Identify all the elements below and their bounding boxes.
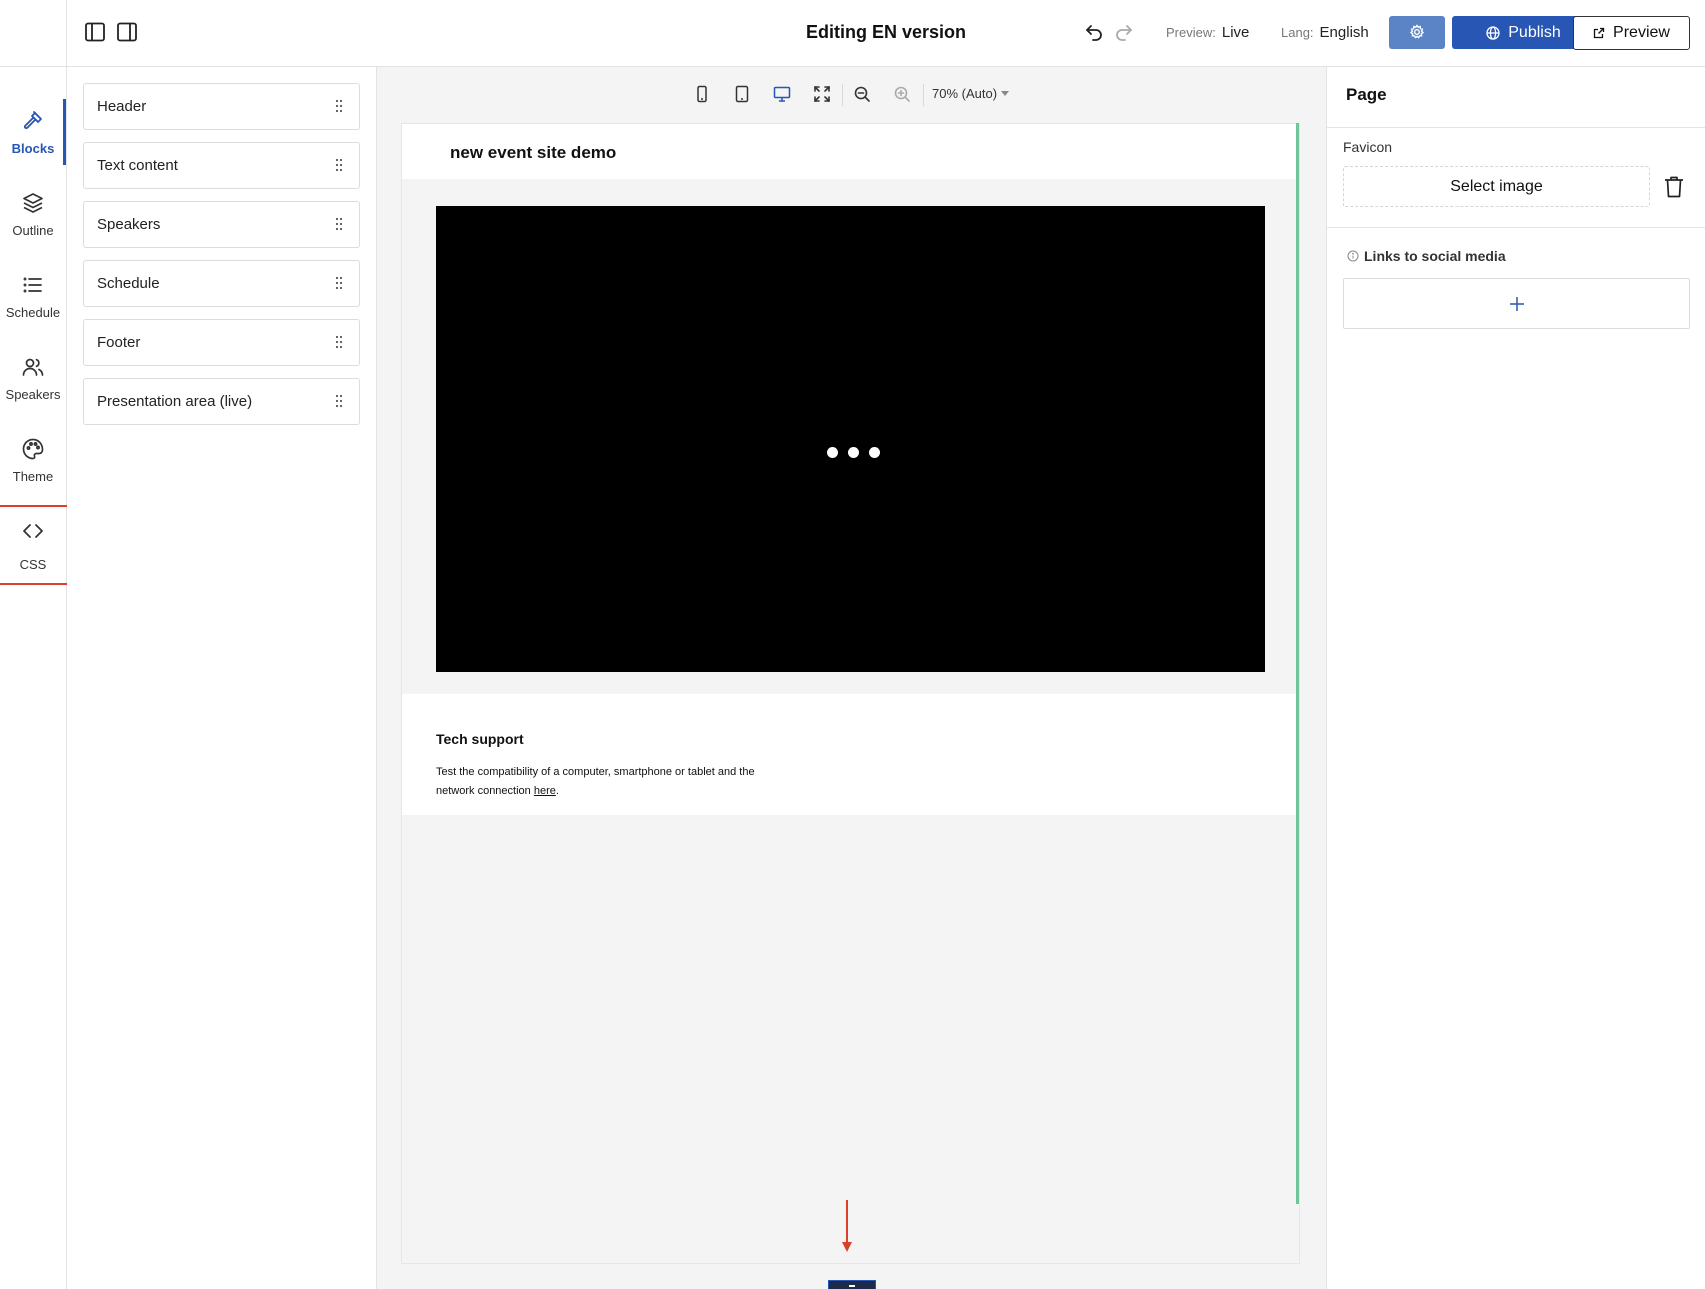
drag-handle-icon[interactable] xyxy=(335,276,343,290)
rail-item-blocks[interactable]: Blocks xyxy=(0,103,66,179)
rail-item-schedule[interactable]: Schedule xyxy=(0,267,66,343)
block-item-presentation-area[interactable]: Presentation area (live) xyxy=(83,378,360,425)
language-key: Lang: xyxy=(1281,25,1314,40)
rail-label: Outline xyxy=(12,223,54,238)
canvas-toolbar: 70% (Auto) xyxy=(377,67,1326,123)
rail-label: Schedule xyxy=(5,305,61,320)
tech-support-title: Tech support xyxy=(436,731,524,747)
block-item-header[interactable]: Header xyxy=(83,83,360,130)
gear-icon xyxy=(1409,24,1425,39)
tech-support-block[interactable]: Tech support Test the compatibility of a… xyxy=(402,694,1298,815)
zoom-label: 70% (Auto) xyxy=(932,86,998,101)
globe-icon xyxy=(1486,25,1500,40)
block-label: Presentation area (live) xyxy=(97,393,253,410)
blocks-panel: Header Text content Speakers Schedule Fo… xyxy=(67,67,377,1289)
list-icon xyxy=(23,277,42,293)
block-label: Text content xyxy=(97,157,178,174)
drag-handle-icon[interactable] xyxy=(335,217,343,231)
drag-handle-icon[interactable] xyxy=(335,99,343,113)
zoom-select[interactable]: 70% (Auto) xyxy=(932,86,1010,101)
users-icon xyxy=(22,358,44,376)
favicon-label: Favicon xyxy=(1343,139,1393,155)
language-selector[interactable]: Lang: English xyxy=(1281,24,1369,41)
mobile-view-icon[interactable] xyxy=(692,84,712,104)
rail-item-css[interactable]: CSS xyxy=(0,513,66,589)
chevron-down-icon xyxy=(1001,91,1010,96)
divider xyxy=(1327,127,1705,128)
drag-handle-icon[interactable] xyxy=(335,394,343,408)
block-item-schedule[interactable]: Schedule xyxy=(83,260,360,307)
drag-handle-icon[interactable] xyxy=(335,158,343,172)
block-label: Speakers xyxy=(97,216,161,233)
desktop-view-icon[interactable] xyxy=(772,84,792,104)
page-title: Editing EN version xyxy=(805,22,967,42)
rail-item-outline[interactable]: Outline xyxy=(0,185,66,261)
tech-support-period: . xyxy=(555,785,559,797)
hammer-icon xyxy=(23,111,42,130)
preview-mode-value: Live xyxy=(1221,24,1250,41)
toolbar-divider xyxy=(923,84,924,106)
preview-scroll-indicator[interactable] xyxy=(1296,123,1299,1204)
block-item-footer[interactable]: Footer xyxy=(83,319,360,366)
tablet-view-icon[interactable] xyxy=(732,84,752,104)
tech-support-body: Test the compatibility of a computer, sm… xyxy=(436,766,755,797)
rail-label: CSS xyxy=(19,557,47,572)
undo-icon[interactable] xyxy=(1084,22,1106,44)
add-social-link-button[interactable] xyxy=(1343,278,1690,329)
palette-icon xyxy=(22,438,44,460)
canvas-area: 70% (Auto) new event site demo Tech supp… xyxy=(377,67,1326,1289)
plus-icon xyxy=(1509,297,1524,311)
preview-button[interactable]: Preview xyxy=(1573,16,1690,50)
zoom-out-icon[interactable] xyxy=(852,84,872,104)
loading-dots-icon xyxy=(827,447,880,458)
presentation-area[interactable] xyxy=(436,206,1265,672)
rail-label: Theme xyxy=(12,469,54,484)
block-label: Footer xyxy=(97,334,141,351)
arrow-head-icon xyxy=(842,1242,852,1252)
external-link-icon xyxy=(1593,27,1605,39)
social-links-text: Links to social media xyxy=(1364,248,1506,264)
layers-icon xyxy=(23,193,43,213)
tech-support-text: Test the compatibility of a computer, sm… xyxy=(436,763,756,801)
top-bar: Editing EN version Preview: Live Lang: Eng… xyxy=(0,0,1705,67)
divider xyxy=(1327,227,1705,228)
trash-icon[interactable] xyxy=(1663,175,1685,199)
language-value: English xyxy=(1319,24,1369,41)
block-item-text-content[interactable]: Text content xyxy=(83,142,360,189)
preview-mode[interactable]: Preview: Live xyxy=(1166,24,1249,41)
site-header[interactable]: new event site demo xyxy=(402,124,1298,179)
rail-label: Speakers xyxy=(5,387,61,402)
fullscreen-icon[interactable] xyxy=(812,84,832,104)
redo-icon[interactable] xyxy=(1114,22,1136,44)
drag-arrow xyxy=(846,1200,848,1244)
code-icon xyxy=(23,524,43,538)
zoom-in-icon[interactable] xyxy=(892,84,912,104)
block-label: Schedule xyxy=(97,275,160,292)
panel-title: Page xyxy=(1346,85,1387,104)
preview-label: Preview xyxy=(1613,24,1670,41)
block-label: Header xyxy=(97,98,147,115)
publish-label: Publish xyxy=(1508,23,1561,41)
preview-mode-key: Preview: xyxy=(1166,25,1216,40)
left-rail: Blocks Outline Schedule Speakers Theme C… xyxy=(0,67,76,1289)
toolbar-divider xyxy=(842,84,843,106)
drag-handle-icon[interactable] xyxy=(335,335,343,349)
settings-button[interactable] xyxy=(1389,16,1445,49)
site-preview-frame[interactable]: new event site demo Tech support Test th… xyxy=(401,123,1300,1264)
social-links-label: Links to social media xyxy=(1347,248,1506,264)
properties-panel: Page Favicon Select image Links to socia… xyxy=(1326,67,1705,1289)
rail-item-speakers[interactable]: Speakers xyxy=(0,349,66,425)
tech-support-link[interactable]: here xyxy=(534,785,556,797)
site-title: new event site demo xyxy=(450,143,617,162)
rail-item-theme[interactable]: Theme xyxy=(0,431,66,507)
resize-handle[interactable] xyxy=(828,1280,876,1289)
rail-label: Blocks xyxy=(11,141,55,156)
select-image-button[interactable]: Select image xyxy=(1343,166,1650,207)
block-item-speakers[interactable]: Speakers xyxy=(83,201,360,248)
info-icon xyxy=(1347,250,1359,262)
